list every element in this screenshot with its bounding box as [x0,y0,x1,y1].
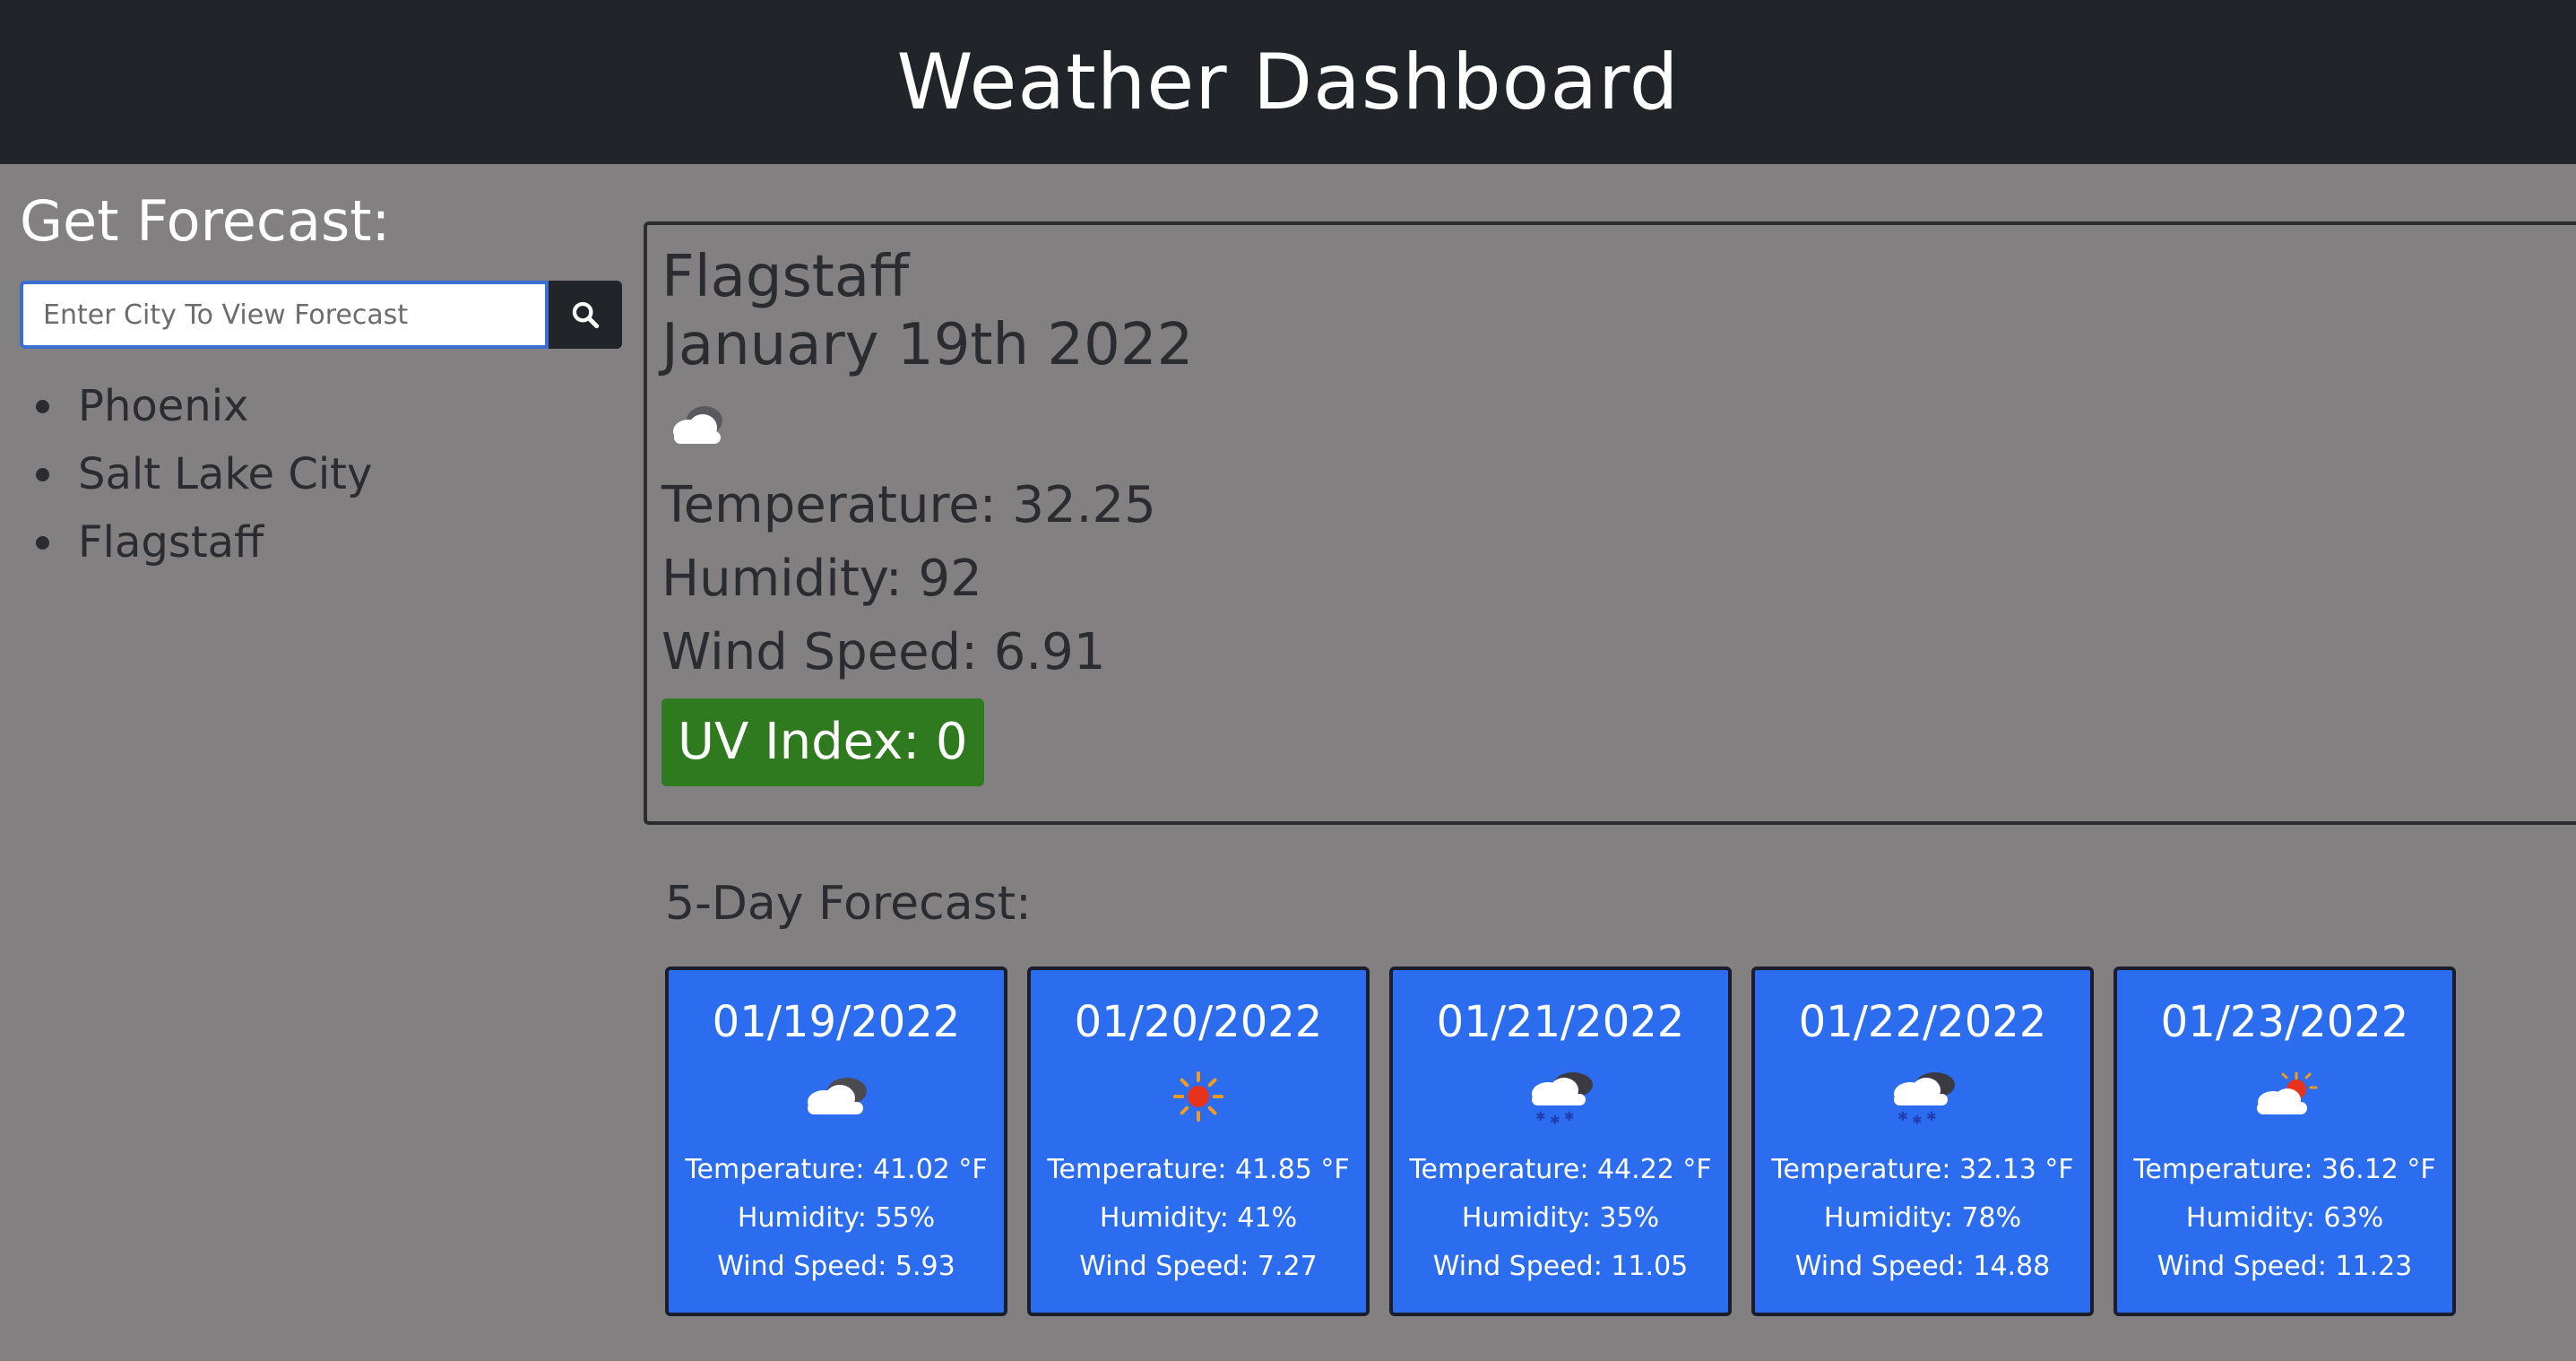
current-city: Flagstaff [661,244,910,310]
forecast-temperature: Temperature: 44.22 °F [1409,1154,1712,1185]
forecast-humidity: Humidity: 55% [737,1202,936,1234]
cloud-icon [808,1078,867,1114]
history-item-flagstaff[interactable]: Flagstaff [20,508,629,576]
forecast-wind-speed: Wind Speed: 5.93 [717,1251,955,1282]
history-item-label: Phoenix [78,381,249,431]
svg-text:✱: ✱ [1926,1110,1937,1124]
snow-cloud-icon: ✱ ✱ ✱ [1894,1072,1955,1128]
svg-text:✱: ✱ [1912,1114,1923,1128]
svg-text:✱: ✱ [1535,1110,1546,1124]
svg-text:✱: ✱ [1550,1114,1560,1128]
forecast-wind-speed: Wind Speed: 14.88 [1794,1251,2051,1282]
forecast-temperature: Temperature: 36.12 °F [2133,1154,2436,1185]
history-item-label: Flagstaff [78,517,264,568]
bullet-icon [36,467,49,481]
uv-index-badge: UV Index: 0 [661,698,984,786]
bullet-icon [36,399,49,413]
forecast-card: 01/23/2022 Temperature: 36.12 °F Humidit… [2114,967,2456,1316]
forecast-humidity: Humidity: 35% [1461,1202,1660,1234]
sidebar: Get Forecast: Phoenix Salt Lake City Fla… [20,188,629,576]
search-icon [572,301,600,329]
city-search-input[interactable] [20,281,549,349]
cloud-icon [673,406,722,444]
forecast-card: 01/22/2022 ✱ ✱ ✱ Temperature: 32.13 °F Hum… [1751,967,2094,1316]
sidebar-title: Get Forecast: [20,188,391,254]
forecast-wind-speed: Wind Speed: 7.27 [1079,1251,1318,1282]
current-weather-panel: Flagstaff January 19th 2022 Temperature:… [644,221,2576,825]
history-item-salt-lake-city[interactable]: Salt Lake City [20,440,629,508]
forecast-temperature: Temperature: 41.85 °F [1047,1154,1350,1185]
history-item-label: Salt Lake City [78,449,373,499]
svg-text:✱: ✱ [1564,1110,1575,1124]
forecast-date: 01/22/2022 [1798,997,2047,1047]
forecast-date: 01/23/2022 [2160,997,2409,1047]
forecast-cards: 01/19/2022 Temperature: 41.02 °F Humidit… [665,967,2456,1316]
forecast-card: 01/19/2022 Temperature: 41.02 °F Humidit… [665,967,1007,1316]
current-temperature: Temperature: 32.25 [661,476,1156,534]
forecast-title: 5-Day Forecast: [665,877,1032,931]
svg-text:✱: ✱ [1897,1110,1908,1124]
current-humidity: Humidity: 92 [661,550,982,608]
forecast-date: 01/20/2022 [1074,997,1323,1047]
partly-cloudy-icon [2257,1071,2318,1114]
forecast-humidity: Humidity: 63% [2185,1202,2384,1234]
sun-icon [1173,1071,1223,1122]
forecast-humidity: Humidity: 41% [1099,1202,1298,1234]
forecast-temperature: Temperature: 32.13 °F [1771,1154,2074,1185]
forecast-card: 01/20/2022 Temperature: 41.85 °F Humidit… [1027,967,1370,1316]
current-wind-speed: Wind Speed: 6.91 [661,623,1106,681]
page-header: Weather Dashboard [0,0,2576,164]
search-button[interactable] [549,281,622,349]
forecast-card: 01/21/2022 ✱ ✱ ✱ Temperature: 44.22 °F Hum… [1389,967,1732,1316]
page-title: Weather Dashboard [896,37,1680,127]
search-history-list: Phoenix Salt Lake City Flagstaff [20,372,629,576]
forecast-wind-speed: Wind Speed: 11.23 [2157,1251,2413,1282]
snow-cloud-icon: ✱ ✱ ✱ [1532,1072,1593,1128]
history-item-phoenix[interactable]: Phoenix [20,372,629,440]
forecast-date: 01/21/2022 [1436,997,1685,1047]
bullet-icon [36,535,49,550]
forecast-wind-speed: Wind Speed: 11.05 [1432,1251,1689,1282]
current-date: January 19th 2022 [661,312,1194,378]
search-form [20,281,629,349]
forecast-date: 01/19/2022 [712,997,961,1047]
forecast-humidity: Humidity: 78% [1823,1202,2022,1234]
forecast-temperature: Temperature: 41.02 °F [685,1154,988,1185]
